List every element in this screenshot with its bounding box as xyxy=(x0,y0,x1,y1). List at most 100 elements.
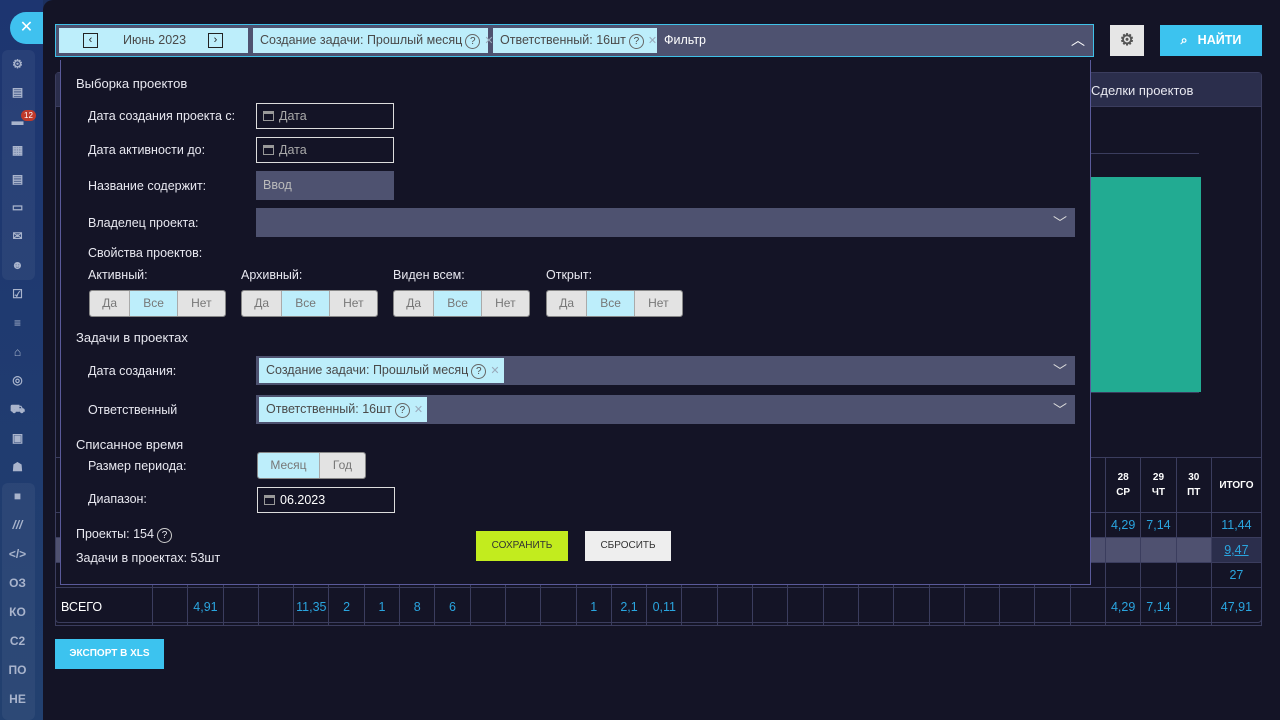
range-input[interactable]: 06.2023 xyxy=(257,487,395,513)
cell: 2,1 xyxy=(610,587,648,626)
total-value[interactable]: 9,47 xyxy=(1224,543,1248,557)
cell xyxy=(1105,537,1142,563)
robot-icon[interactable]: ☗ xyxy=(0,460,35,474)
active-toggle: Да Все Нет xyxy=(89,290,226,317)
calendar-icon xyxy=(263,111,274,121)
cell xyxy=(1175,587,1212,626)
row-total[interactable]: 9,47 xyxy=(1210,537,1262,563)
created-from-input[interactable]: Дата xyxy=(256,103,394,129)
help-icon[interactable]: ? xyxy=(394,403,410,418)
remove-chip-icon[interactable]: ✕ xyxy=(490,365,499,377)
day-header: 28 СР xyxy=(1105,457,1142,513)
target-icon[interactable]: ◎ xyxy=(0,373,35,387)
open-toggle: Да Все Нет xyxy=(546,290,683,317)
network-icon[interactable]: ⚙ xyxy=(0,57,35,71)
filter-chip-created[interactable]: Создание задачи: Прошлый месяц? ✕ xyxy=(253,28,494,53)
section-title-projects: Выборка проектов xyxy=(76,76,188,91)
help-icon[interactable]: ? xyxy=(465,34,481,49)
cell xyxy=(681,587,718,626)
code-icon[interactable]: </> xyxy=(0,547,35,561)
calendar-icon[interactable]: ▦ xyxy=(0,143,35,157)
brand-icon[interactable]: /// xyxy=(0,518,35,532)
no-option[interactable]: Нет xyxy=(329,291,377,316)
chat-badge: 12 xyxy=(21,110,36,121)
chip-label: Создание задачи: Прошлый месяц xyxy=(260,33,463,47)
section-title-tasks: Задачи в проектах xyxy=(76,330,188,345)
year-option[interactable]: Год xyxy=(319,453,365,478)
remove-chip-icon[interactable]: ✕ xyxy=(414,404,423,416)
box-icon[interactable]: ■ xyxy=(0,489,35,503)
yes-option[interactable]: Да xyxy=(242,291,283,316)
chart-bar xyxy=(1086,177,1201,392)
chevron-down-icon: ﹀ xyxy=(1053,363,1067,379)
row-total: 27 xyxy=(1210,562,1262,588)
cell: 4,29 xyxy=(1105,512,1142,538)
archived-toggle: Да Все Нет xyxy=(241,290,378,317)
created-select[interactable]: Создание задачи: Прошлый месяц? ✕ ﹀ xyxy=(256,356,1075,385)
all-option[interactable]: Все xyxy=(282,291,330,316)
active-to-label: Дата активности до: xyxy=(88,143,206,157)
all-option[interactable]: Все xyxy=(130,291,178,316)
settings-button[interactable]: ⚙ xyxy=(1110,25,1144,56)
yes-option[interactable]: Да xyxy=(394,291,435,316)
funnel-icon[interactable]: ≡ xyxy=(0,316,35,330)
sidebar-item-oz[interactable]: ОЗ xyxy=(0,576,35,590)
all-option[interactable]: Все xyxy=(434,291,482,316)
help-icon[interactable]: ? xyxy=(156,528,172,543)
cell xyxy=(857,587,895,626)
cell xyxy=(787,587,824,626)
next-month-button[interactable]: › xyxy=(208,33,223,48)
find-button[interactable]: ⌕ НАЙТИ xyxy=(1160,25,1262,56)
cell: 7,14 xyxy=(1140,512,1177,538)
close-sidebar-button[interactable]: ✕ xyxy=(10,12,43,44)
reset-button[interactable]: СБРОСИТЬ xyxy=(585,531,671,561)
sidebar-item-ko[interactable]: КО xyxy=(0,605,35,619)
sidebar-item-po[interactable]: ПО xyxy=(0,663,35,677)
responsible-chip[interactable]: Ответственный: 16шт? ✕ xyxy=(259,397,428,422)
name-contains-input[interactable]: Ввод xyxy=(256,171,394,200)
cart-icon[interactable]: ⛟ xyxy=(0,402,35,418)
save-button[interactable]: СОХРАНИТЬ xyxy=(476,531,568,561)
mail-icon[interactable]: ✉ xyxy=(0,229,35,243)
sidebar-item-s2[interactable]: С2 xyxy=(0,634,35,648)
filter-chip-responsible[interactable]: Ответственный: 16шт? ✕ xyxy=(493,28,657,53)
search-icon: ⌕ xyxy=(1180,33,1188,47)
props-label: Свойства проектов: xyxy=(88,246,203,260)
all-option[interactable]: Все xyxy=(587,291,635,316)
cell xyxy=(1069,587,1107,626)
month-option[interactable]: Месяц xyxy=(258,453,320,478)
document-icon[interactable]: ▤ xyxy=(0,172,35,186)
cell xyxy=(1105,562,1142,588)
help-icon[interactable]: ? xyxy=(628,34,644,49)
row-total: 47,91 xyxy=(1210,587,1262,626)
prev-month-button[interactable]: ‹ xyxy=(83,33,98,48)
card-icon[interactable]: ▤ xyxy=(0,85,35,99)
sidebar-item-ne[interactable]: НЕ xyxy=(0,692,35,706)
name-contains-label: Название содержит: xyxy=(88,179,207,193)
responsible-select[interactable]: Ответственный: 16шт? ✕ ﹀ xyxy=(256,395,1075,424)
filter-bar[interactable]: ‹ Июнь 2023 › Создание задачи: Прошлый м… xyxy=(55,24,1094,57)
cell xyxy=(1175,537,1212,563)
task-icon[interactable]: ☑ xyxy=(0,287,35,301)
owner-select[interactable]: ﹀ xyxy=(256,208,1075,237)
cell xyxy=(257,587,295,626)
no-option[interactable]: Нет xyxy=(481,291,529,316)
no-option[interactable]: Нет xyxy=(634,291,682,316)
cell xyxy=(999,587,1036,626)
users-icon[interactable]: ☻ xyxy=(0,258,35,272)
active-to-input[interactable]: Дата xyxy=(256,137,394,163)
yes-option[interactable]: Да xyxy=(547,291,588,316)
contact-card-icon[interactable]: ▣ xyxy=(0,431,35,445)
inbox-icon[interactable]: ▭ xyxy=(0,200,35,214)
tab-project-deals[interactable]: Сделки проектов xyxy=(1091,83,1193,98)
warehouse-icon[interactable]: ⌂ xyxy=(0,345,35,359)
export-xls-button[interactable]: ЭКСПОРТ В XLS xyxy=(55,639,164,669)
range-value: 06.2023 xyxy=(280,493,326,507)
no-option[interactable]: Нет xyxy=(177,291,225,316)
created-chip[interactable]: Создание задачи: Прошлый месяц? ✕ xyxy=(259,358,504,383)
open-label: Открыт: xyxy=(546,268,593,282)
remove-chip-icon[interactable]: ✕ xyxy=(648,35,657,47)
help-icon[interactable]: ? xyxy=(471,364,487,379)
yes-option[interactable]: Да xyxy=(90,291,131,316)
chevron-up-icon[interactable]: ︿ xyxy=(1071,30,1085,50)
